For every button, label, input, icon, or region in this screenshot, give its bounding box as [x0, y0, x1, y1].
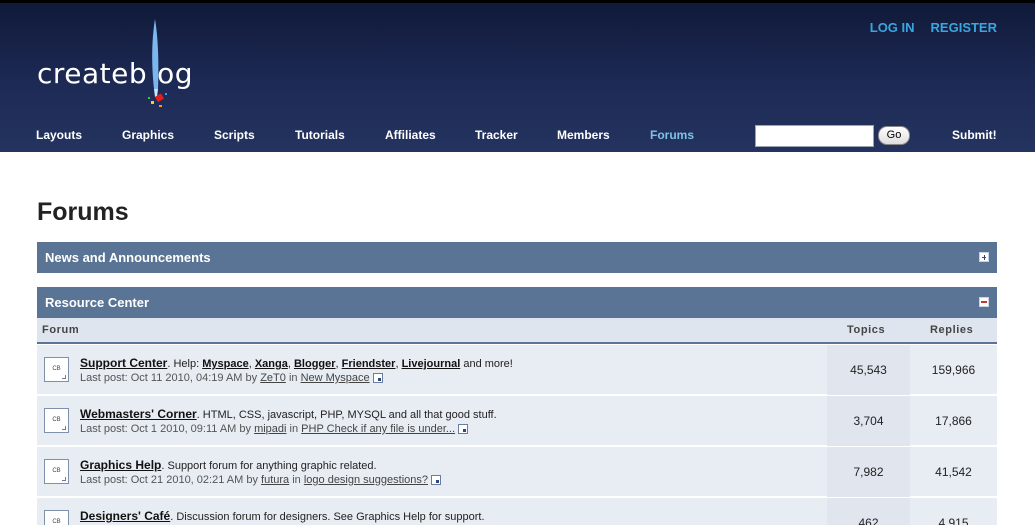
column-header-topics: Topics	[847, 324, 886, 336]
nav-item-members[interactable]: Members	[557, 128, 610, 142]
last-post-user-link[interactable]: futura	[261, 474, 289, 486]
column-header-replies: Replies	[930, 324, 974, 336]
search-go-button[interactable]: Go	[878, 126, 910, 145]
forum-title-line: Support Center. Help: Myspace, Xanga, Bl…	[80, 356, 513, 370]
nav-item-tutorials[interactable]: Tutorials	[295, 128, 345, 142]
topics-count: 462	[827, 498, 910, 525]
tag-link-xanga[interactable]: Xanga	[255, 358, 288, 370]
forum-desc: Support forum for anything graphic relat…	[167, 460, 377, 472]
last-post-user-link[interactable]: mipadi	[254, 423, 286, 435]
forum-row-webmasters-corner: CB Webmasters' Corner. HTML, CSS, javasc…	[37, 396, 997, 446]
in-text: in	[292, 474, 301, 486]
nav-item-tracker[interactable]: Tracker	[475, 128, 518, 142]
forum-link[interactable]: Graphics Help	[80, 458, 161, 472]
forum-row-support-center: CB Support Center. Help: Myspace, Xanga,…	[37, 345, 997, 395]
forum-link[interactable]: Support Center	[80, 356, 167, 370]
nav-item-graphics[interactable]: Graphics	[122, 128, 174, 142]
last-post-text: Last post: Oct 11 2010, 04:19 AM by	[80, 372, 258, 384]
forum-link[interactable]: Webmasters' Corner	[80, 407, 197, 421]
punct: .	[161, 460, 165, 472]
tag-link-livejournal[interactable]: Livejournal	[402, 358, 461, 370]
forum-title-line: Webmasters' Corner. HTML, CSS, javascrip…	[80, 407, 497, 421]
category-title: Resource Center	[45, 295, 150, 310]
column-header-forum: Forum	[42, 324, 80, 336]
main-nav: Layouts Graphics Scripts Tutorials Affil…	[0, 125, 1035, 147]
auth-links: LOG IN REGISTER	[870, 20, 997, 35]
go-to-last-post-icon[interactable]	[458, 424, 469, 435]
collapse-icon[interactable]	[979, 297, 989, 307]
forum-cell: CB Graphics Help. Support forum for anyt…	[37, 447, 827, 497]
topics-count: 45,543	[827, 345, 910, 395]
category-title: News and Announcements	[45, 250, 211, 265]
last-post-line: Last post: Oct 11 2010, 04:19 AM by ZeT0…	[80, 372, 383, 384]
tag-link-myspace[interactable]: Myspace	[202, 358, 248, 370]
last-post-topic-link[interactable]: logo design suggestions?	[304, 474, 428, 486]
nav-item-affiliates[interactable]: Affiliates	[385, 128, 436, 142]
createblog-logo[interactable]: createb og	[37, 17, 217, 117]
resource-center-bar[interactable]: Resource Center	[37, 287, 997, 318]
forum-row-graphics-help: CB Graphics Help. Support forum for anyt…	[37, 447, 997, 497]
punct: .	[196, 409, 200, 421]
forum-desc: HTML, CSS, javascript, PHP, MYSQL and al…	[202, 409, 497, 421]
last-post-topic-link[interactable]: PHP Check if any file is under...	[301, 423, 455, 435]
tag-link-friendster[interactable]: Friendster	[342, 358, 396, 370]
news-announcements-bar[interactable]: News and Announcements	[37, 242, 997, 273]
forum-table-header: Forum Topics Replies	[37, 318, 997, 344]
last-post-user-link[interactable]: ZeT0	[260, 372, 286, 384]
go-to-last-post-icon[interactable]	[431, 475, 441, 486]
forum-status-icon: CB	[44, 510, 69, 525]
forum-status-icon: CB	[44, 357, 69, 382]
nav-item-layouts[interactable]: Layouts	[36, 128, 82, 142]
replies-count: 41,542	[935, 465, 972, 479]
replies-count: 17,866	[935, 414, 972, 428]
last-post-text: Last post: Oct 1 2010, 09:11 AM by	[80, 423, 252, 435]
forum-desc: Discussion forum for designers. See Grap…	[176, 511, 485, 523]
login-link[interactable]: LOG IN	[870, 20, 915, 35]
page-title: Forums	[37, 198, 129, 226]
punct: .	[167, 358, 171, 370]
register-link[interactable]: REGISTER	[931, 20, 997, 35]
forum-status-icon: CB	[44, 459, 69, 484]
site-header: createb og LOG IN REGISTER Layouts Graphi…	[0, 0, 1035, 152]
forum-desc-prefix: Help:	[173, 358, 200, 370]
last-post-text: Last post: Oct 21 2010, 02:21 AM by	[80, 474, 258, 486]
in-text: in	[289, 423, 299, 435]
logo-wordmark: createb og	[37, 57, 194, 90]
search-input[interactable]	[755, 125, 874, 147]
last-post-line: Last post: Oct 1 2010, 09:11 AM by mipad…	[80, 423, 469, 435]
forum-link[interactable]: Designers' Café	[80, 509, 170, 523]
submit-link[interactable]: Submit!	[952, 128, 997, 142]
topics-count: 3,704	[827, 396, 910, 446]
replies-count: 159,966	[931, 363, 976, 377]
forum-cell: CB Support Center. Help: Myspace, Xanga,…	[37, 345, 827, 395]
go-to-last-post-icon[interactable]	[372, 373, 383, 384]
forum-title-line: Graphics Help. Support forum for anythin…	[80, 458, 377, 472]
forum-row-designers-cafe: CB Designers' Café. Discussion forum for…	[37, 498, 997, 525]
last-post-topic-link[interactable]: New Myspace	[301, 372, 370, 384]
forum-title-line: Designers' Café. Discussion forum for de…	[80, 509, 485, 523]
forum-desc-suffix: and more!	[463, 358, 513, 370]
nav-item-scripts[interactable]: Scripts	[214, 128, 255, 142]
replies-count: 4,915	[938, 516, 969, 525]
nav-item-forums[interactable]: Forums	[650, 128, 694, 142]
forum-status-icon: CB	[44, 408, 69, 433]
expand-icon[interactable]	[979, 252, 989, 262]
last-post-line: Last post: Oct 21 2010, 02:21 AM by futu…	[80, 474, 441, 486]
forum-cell: CB Webmasters' Corner. HTML, CSS, javasc…	[37, 396, 827, 446]
in-text: in	[288, 372, 298, 384]
forum-cell: CB Designers' Café. Discussion forum for…	[37, 498, 827, 525]
tag-link-blogger[interactable]: Blogger	[294, 358, 336, 370]
punct: .	[170, 511, 174, 523]
topics-count: 7,982	[827, 447, 910, 497]
